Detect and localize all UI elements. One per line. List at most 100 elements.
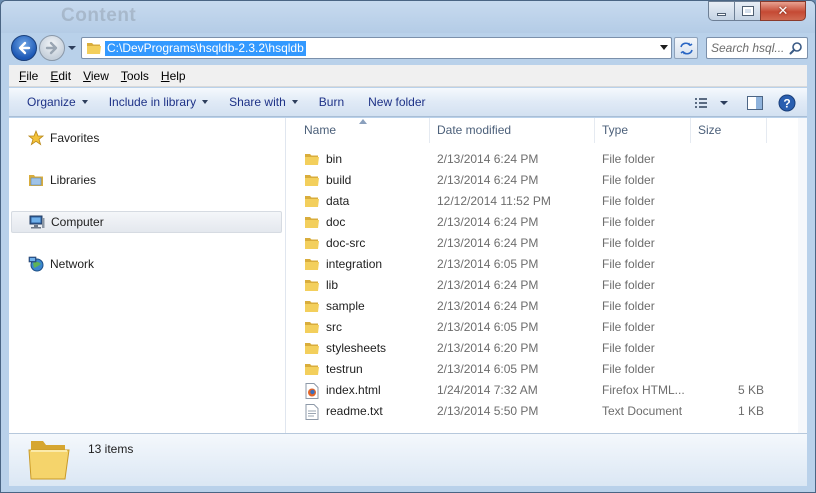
file-type: File folder: [602, 215, 655, 229]
file-name-cell[interactable]: stylesheets: [304, 338, 386, 359]
column-size[interactable]: Size: [691, 118, 767, 143]
share-with-button[interactable]: Share with: [220, 91, 307, 113]
file-type: File folder: [602, 341, 655, 355]
file-type: File folder: [602, 257, 655, 271]
file-name-cell[interactable]: readme.txt: [304, 401, 383, 422]
minimize-button[interactable]: [708, 1, 734, 21]
file-name: data: [326, 194, 350, 208]
table-row[interactable]: data 12/12/2014 11:52 PM File folder: [287, 191, 807, 212]
file-name-cell[interactable]: build: [304, 170, 351, 191]
file-type: Firefox HTML...: [602, 383, 685, 397]
help-button[interactable]: ?: [773, 92, 801, 114]
menu-file[interactable]: File: [13, 69, 44, 83]
table-row[interactable]: index.html 1/24/2014 7:32 AM Firefox HTML.…: [287, 380, 807, 401]
file-size: [692, 149, 764, 170]
file-size: 5 KB: [737, 383, 764, 397]
search-input[interactable]: [711, 40, 787, 56]
file-name: stylesheets: [326, 341, 387, 355]
table-row[interactable]: integration 2/13/2014 6:05 PM File folder: [287, 254, 807, 275]
menu-help[interactable]: Help: [155, 69, 192, 83]
file-date-modified: 2/13/2014 5:50 PM: [437, 404, 539, 418]
file-date-modified: 2/13/2014 6:05 PM: [437, 257, 539, 271]
file-size: 1 KB: [737, 404, 764, 418]
text-document-icon: [304, 403, 320, 420]
file-date-modified: 2/13/2014 6:24 PM: [437, 236, 539, 250]
table-row[interactable]: sample 2/13/2014 6:24 PM File folder: [287, 296, 807, 317]
column-type[interactable]: Type: [595, 118, 691, 143]
search-icon[interactable]: [789, 41, 803, 55]
search-box[interactable]: [706, 37, 808, 59]
file-name-cell[interactable]: data: [304, 191, 349, 212]
file-name-cell[interactable]: testrun: [304, 359, 363, 380]
folder-icon: [28, 441, 70, 480]
file-name: readme.txt: [326, 404, 383, 418]
close-icon: ✕: [777, 3, 789, 18]
refresh-button[interactable]: [674, 37, 698, 59]
address-dropdown-icon[interactable]: [660, 45, 668, 51]
column-name[interactable]: Name: [297, 118, 430, 143]
file-date-modified: 2/13/2014 6:24 PM: [437, 152, 539, 166]
file-name-cell[interactable]: doc: [304, 212, 345, 233]
address-bar[interactable]: C:\DevPrograms\hsqldb-2.3.2\hsqldb: [81, 37, 672, 59]
file-name-cell[interactable]: lib: [304, 275, 338, 296]
file-name-cell[interactable]: src: [304, 317, 342, 338]
folder-icon: [304, 320, 320, 336]
nav-item-network[interactable]: Network: [9, 253, 282, 275]
nav-item-computer[interactable]: Computer: [11, 211, 282, 233]
item-count: 13 items: [88, 442, 134, 456]
menu-bar: File Edit View Tools Help: [9, 65, 807, 87]
table-row[interactable]: readme.txt 2/13/2014 5:50 PM Text Document…: [287, 401, 807, 422]
menu-view[interactable]: View: [77, 69, 115, 83]
file-type: File folder: [602, 194, 655, 208]
forward-button[interactable]: [39, 35, 65, 61]
folder-icon: [304, 173, 320, 189]
file-size: [692, 296, 764, 317]
change-view-button[interactable]: [689, 92, 733, 114]
explorer-window: Content ✕ C:\DevPrograms\hsqldb-2.3.2\hs…: [0, 0, 816, 493]
column-date-modified[interactable]: Date modified: [430, 118, 595, 143]
maximize-button[interactable]: [734, 1, 760, 21]
file-name: src: [326, 320, 342, 334]
include-in-library-button[interactable]: Include in library: [100, 91, 217, 113]
file-name-cell[interactable]: sample: [304, 296, 365, 317]
column-header-row: Name Date modified Type Size: [287, 118, 807, 143]
folder-icon: [304, 299, 320, 315]
folder-icon: [304, 341, 320, 357]
file-date-modified: 2/13/2014 6:24 PM: [437, 278, 539, 292]
include-in-library-label: Include in library: [108, 95, 197, 109]
new-folder-button[interactable]: New folder: [359, 91, 434, 113]
nav-item-favorites[interactable]: Favorites: [9, 127, 282, 149]
file-list: Name Date modified Type Size bin 2/13/201…: [287, 118, 807, 433]
maximize-icon: [741, 6, 754, 16]
file-size: [692, 338, 764, 359]
file-name-cell[interactable]: doc-src: [304, 233, 365, 254]
table-row[interactable]: bin 2/13/2014 6:24 PM File folder: [287, 149, 807, 170]
file-type: File folder: [602, 173, 655, 187]
back-button[interactable]: [11, 35, 37, 61]
close-button[interactable]: ✕: [760, 1, 806, 21]
menu-tools[interactable]: Tools: [115, 69, 155, 83]
address-path[interactable]: C:\DevPrograms\hsqldb-2.3.2\hsqldb: [105, 41, 306, 56]
table-row[interactable]: doc-src 2/13/2014 6:24 PM File folder: [287, 233, 807, 254]
file-type: File folder: [602, 299, 655, 313]
table-row[interactable]: stylesheets 2/13/2014 6:20 PM File folder: [287, 338, 807, 359]
preview-pane-button[interactable]: [741, 92, 769, 114]
menu-edit[interactable]: Edit: [44, 69, 77, 83]
table-row[interactable]: src 2/13/2014 6:05 PM File folder: [287, 317, 807, 338]
recent-pages-dropdown-icon[interactable]: [67, 43, 77, 53]
file-name: integration: [326, 257, 383, 271]
file-size: [692, 254, 764, 275]
file-name-cell[interactable]: index.html: [304, 380, 381, 401]
forward-arrow-icon: [45, 41, 58, 55]
table-row[interactable]: doc 2/13/2014 6:24 PM File folder: [287, 212, 807, 233]
file-name-cell[interactable]: bin: [304, 149, 342, 170]
table-row[interactable]: build 2/13/2014 6:24 PM File folder: [287, 170, 807, 191]
organize-button[interactable]: Organize: [18, 91, 97, 113]
table-row[interactable]: testrun 2/13/2014 6:05 PM File folder: [287, 359, 807, 380]
nav-item-libraries[interactable]: Libraries: [9, 169, 282, 191]
table-row[interactable]: lib 2/13/2014 6:24 PM File folder: [287, 275, 807, 296]
content-area: Favorites Libraries Computer Network Nam…: [9, 118, 807, 433]
title-bar[interactable]: Content ✕: [1, 1, 815, 33]
burn-button[interactable]: Burn: [310, 91, 353, 113]
file-name-cell[interactable]: integration: [304, 254, 382, 275]
